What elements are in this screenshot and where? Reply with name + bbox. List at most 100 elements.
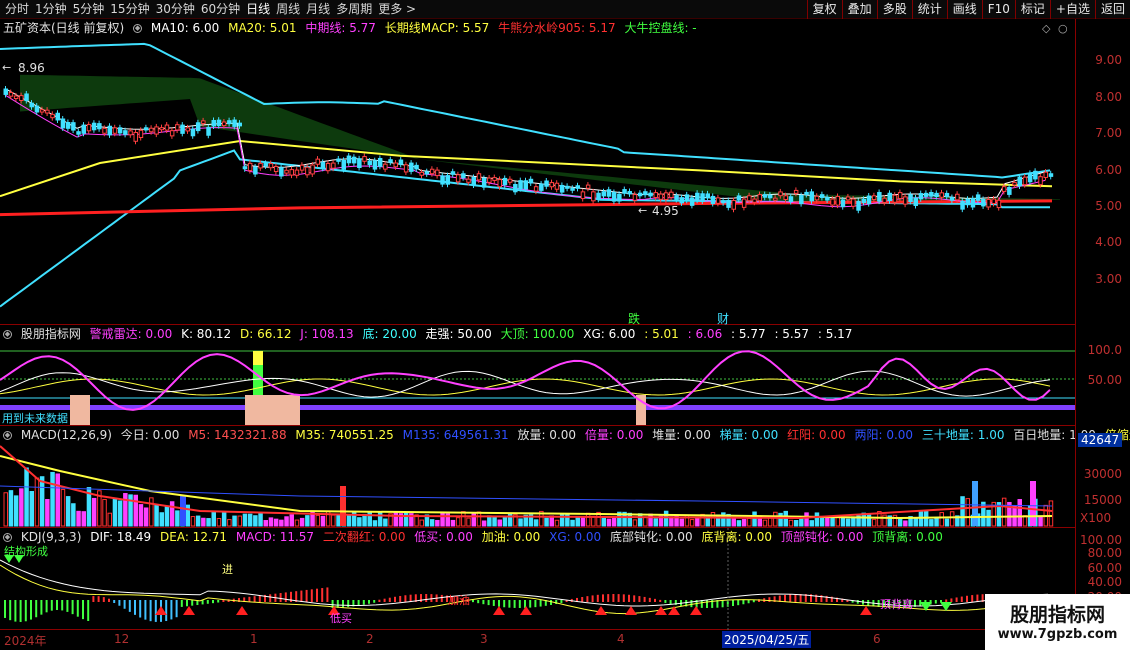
toolbar-button[interactable]: 多股 — [876, 0, 912, 19]
period-tab[interactable]: 日线 — [243, 0, 273, 19]
volume-bar — [393, 511, 398, 527]
macd-bar — [368, 600, 370, 604]
volume-bar — [440, 512, 445, 527]
candle — [523, 180, 528, 190]
macd-bar — [955, 597, 958, 602]
candle — [960, 200, 965, 210]
candle — [726, 199, 731, 208]
macd-bar — [404, 595, 407, 602]
volume-bar — [845, 518, 851, 527]
settings-icon[interactable]: ◆ — [133, 24, 143, 33]
price-chart-canvas[interactable]: ←← — [0, 19, 1075, 325]
period-tab[interactable]: 1分钟 — [32, 0, 70, 19]
dea-value: DEA: 12.71 — [160, 530, 228, 544]
macd-bar — [752, 600, 755, 603]
axis-tick-label: 60.00 — [1087, 561, 1122, 575]
high-price-label: 8.96 — [18, 61, 45, 75]
macd-bar — [518, 600, 521, 608]
dibu-value: 底部钝化: 0.00 — [610, 530, 693, 544]
volume-bar — [180, 496, 186, 526]
candle — [991, 198, 996, 205]
candle — [190, 128, 196, 137]
candle — [944, 192, 950, 198]
toolbar-button[interactable]: 统计 — [911, 0, 947, 19]
period-tab[interactable]: 周线 — [273, 0, 303, 19]
macd-bar — [258, 595, 261, 602]
m5-value: M5: 1432321.88 — [188, 428, 287, 442]
candle — [882, 197, 887, 203]
macd-bar — [607, 594, 610, 602]
settings-icon[interactable]: ◆ — [3, 533, 12, 542]
axis-tick-label: 4.00 — [1095, 235, 1122, 249]
ma10-value: MA10: 6.00 — [150, 21, 220, 35]
toolbar-button[interactable]: +自选 — [1049, 0, 1095, 19]
candle — [461, 173, 466, 179]
candle — [367, 160, 372, 166]
volume-bar — [320, 515, 326, 527]
candle — [653, 192, 658, 198]
period-tab[interactable]: 月线 — [303, 0, 333, 19]
settings-icon[interactable]: ◆ — [3, 431, 12, 440]
macd-bar — [742, 600, 745, 605]
candle — [481, 177, 487, 188]
buy-marker — [690, 606, 702, 615]
toolbar-button[interactable]: F10 — [981, 0, 1015, 19]
candle — [393, 162, 398, 168]
toolbar-button[interactable]: 标记 — [1014, 0, 1050, 19]
macd-bar — [425, 594, 428, 602]
candle — [559, 184, 565, 193]
month-label: 2 — [366, 632, 374, 646]
volume-bar — [481, 520, 487, 527]
macd-bar — [617, 594, 620, 602]
alert-value: 警戒雷达: 0.00 — [89, 327, 173, 341]
candle — [965, 198, 970, 206]
candle — [918, 193, 924, 200]
volume-bar — [331, 514, 336, 527]
macd-bar — [279, 593, 282, 602]
macd-bar — [305, 589, 308, 602]
settings-icon[interactable]: ◆ — [3, 330, 12, 339]
v4-value: : 5.57 — [774, 327, 810, 341]
candle — [689, 197, 695, 206]
period-tab[interactable]: 更多 > — [375, 0, 419, 19]
toolbar-button[interactable]: 复权 — [806, 0, 842, 19]
month-label: 1 — [250, 632, 258, 646]
macd-bar — [87, 600, 90, 621]
period-tab[interactable]: 分时 — [2, 0, 32, 19]
diamond-icon[interactable]: ◇ — [1042, 22, 1050, 35]
macd-bar — [976, 594, 979, 602]
toolbar-button[interactable]: 叠加 — [841, 0, 877, 19]
candle — [1007, 186, 1012, 195]
macd-bar — [248, 596, 251, 602]
candle — [877, 191, 882, 202]
macd-bar — [482, 600, 485, 605]
macd-bar — [342, 600, 344, 608]
period-tab[interactable]: 60分钟 — [198, 0, 243, 19]
volume-bar — [653, 518, 658, 527]
volume-bar — [159, 512, 164, 527]
period-tab[interactable]: 5分钟 — [70, 0, 108, 19]
macd-bar — [602, 594, 604, 602]
volume-pane[interactable]: ◆ MACD(12,26,9) 今日: 0.00 M5: 1432321.88 … — [0, 426, 1130, 528]
circle-icon[interactable]: ○ — [1058, 22, 1068, 35]
period-tab[interactable]: 多周期 — [333, 0, 375, 19]
candle — [377, 157, 383, 167]
gupeng-indicator-pane[interactable]: ◆ 股朋指标网 警戒雷达: 0.00 K: 80.12 D: 66.12 J: … — [0, 325, 1075, 426]
period-tab[interactable]: 30分钟 — [153, 0, 198, 19]
macd-bar — [326, 587, 329, 602]
volume-bar — [19, 488, 24, 527]
period-tab[interactable]: 15分钟 — [107, 0, 152, 19]
macd-bar — [440, 594, 443, 602]
price-chart-pane[interactable]: ← ← 五矿资本(日线 前复权) ◆ MA10: 6.00 MA20: 5.01 … — [0, 19, 1075, 326]
toolbar-button[interactable]: 返回 — [1094, 0, 1130, 19]
macd-bar — [310, 589, 313, 602]
candle — [253, 166, 258, 175]
candle — [835, 195, 840, 206]
candle — [1038, 176, 1043, 186]
site-watermark: 股朋指标网 www.7gpzb.com — [985, 594, 1130, 650]
kdj-pane[interactable]: ◆ KDJ(9,3,3) DIF: 18.49 DEA: 12.71 MACD:… — [0, 528, 1075, 630]
volume-bar — [383, 518, 388, 527]
volume-bar — [24, 467, 29, 527]
toolbar-button[interactable]: 画线 — [946, 0, 982, 19]
candle — [866, 195, 872, 205]
